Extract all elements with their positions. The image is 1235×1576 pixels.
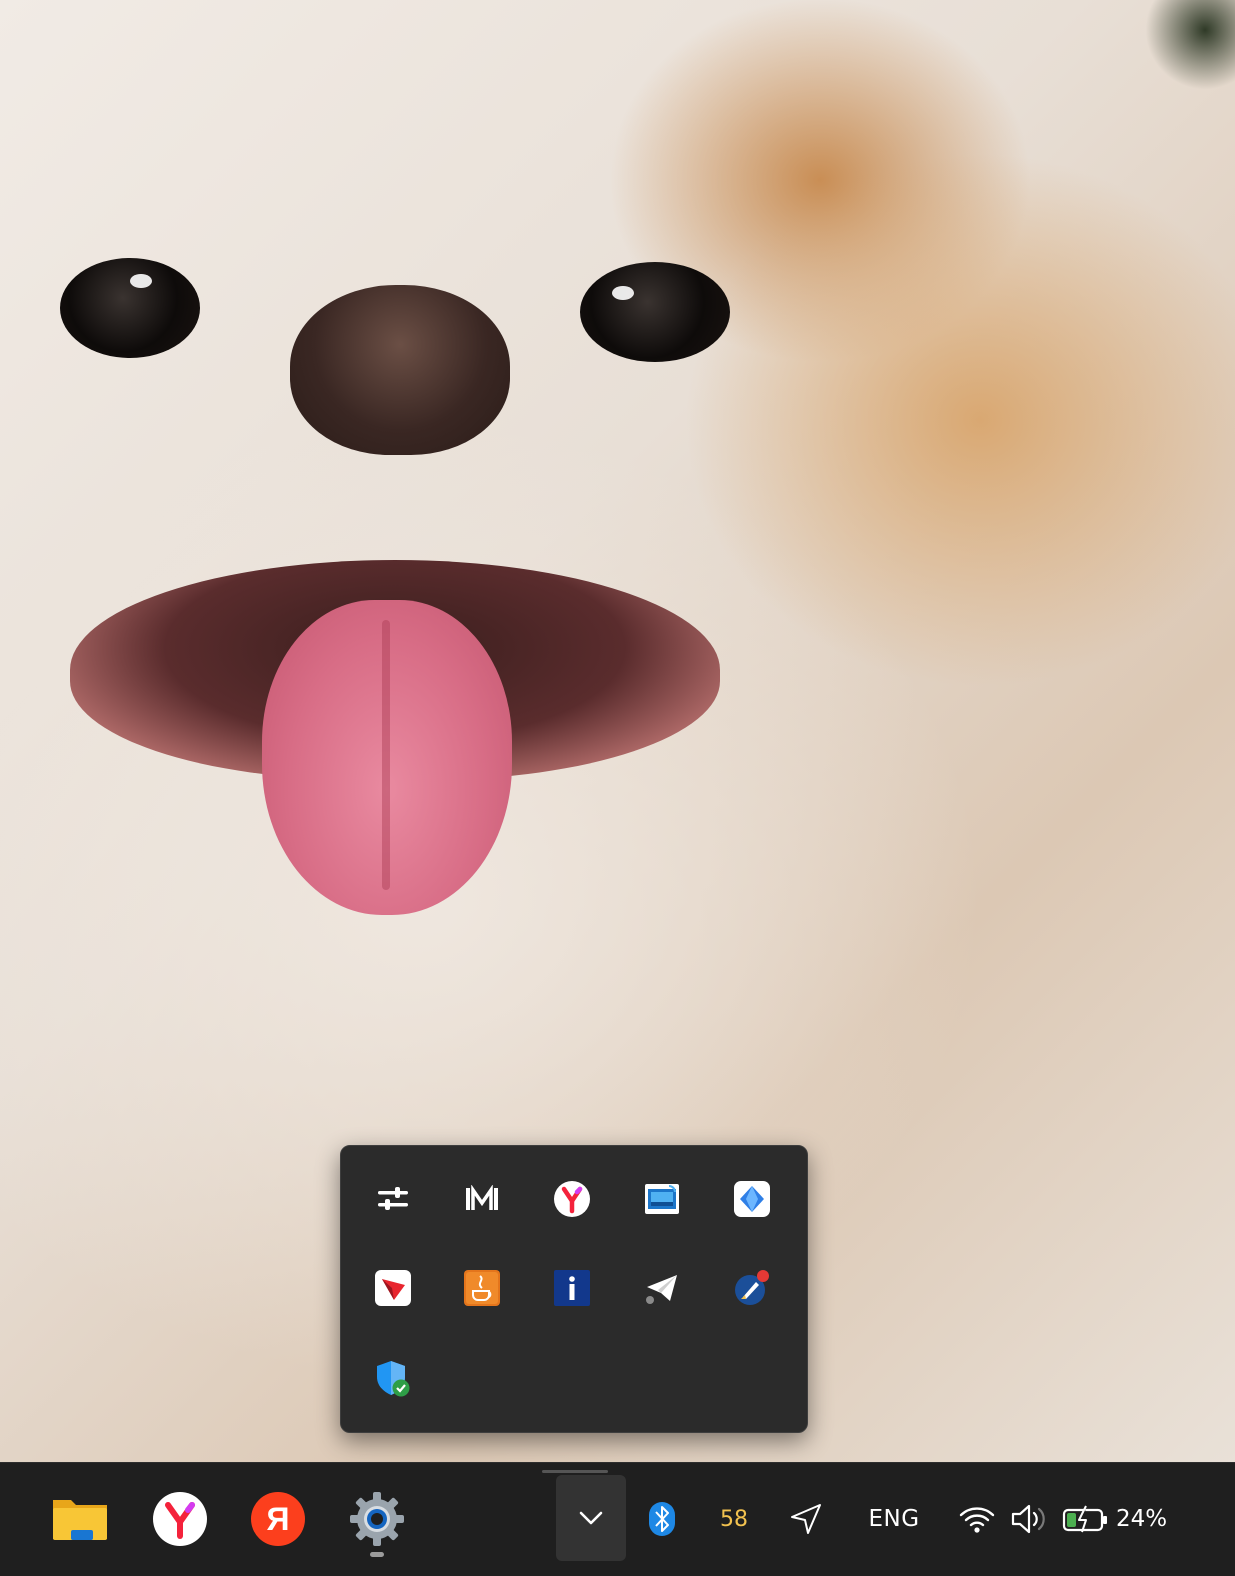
red-arrow-app-icon[interactable] <box>363 1258 423 1318</box>
running-indicator <box>370 1552 384 1557</box>
yandex-browser-icon[interactable] <box>148 1489 212 1549</box>
show-hidden-icons-button[interactable] <box>542 1470 626 1561</box>
bluetooth-icon[interactable] <box>640 1489 684 1549</box>
wallpaper-foliage <box>1145 0 1235 90</box>
diamond-app-icon[interactable] <box>722 1169 782 1229</box>
language-indicator[interactable]: ENG <box>856 1489 932 1549</box>
settings-gear-icon[interactable] <box>345 1489 409 1549</box>
file-explorer-icon[interactable] <box>48 1489 112 1549</box>
sliders-icon[interactable] <box>363 1169 423 1229</box>
wallpaper-dog-right-eye <box>580 262 730 362</box>
flyout-anchor-line <box>542 1470 608 1473</box>
tray-overflow-flyout <box>340 1145 808 1433</box>
remote-display-icon[interactable] <box>632 1169 692 1229</box>
yandex-browser-icon[interactable] <box>542 1169 602 1229</box>
battery-percent-text: 24% <box>1116 1506 1168 1532</box>
yandex-icon[interactable]: Я <box>246 1489 310 1549</box>
wallpaper-dog-nose <box>290 285 510 455</box>
rocket-notification-icon[interactable] <box>722 1258 782 1318</box>
battery-charging-icon <box>1062 1505 1107 1533</box>
location-arrow-icon[interactable] <box>786 1489 826 1549</box>
java-icon[interactable] <box>452 1258 512 1318</box>
battery-indicator[interactable]: 24% <box>1062 1489 1172 1549</box>
wallpaper-dog-left-eye <box>60 258 200 358</box>
m-logo-icon[interactable] <box>452 1169 512 1229</box>
language-text: ENG <box>868 1506 920 1532</box>
temperature-text: 58 <box>720 1506 748 1532</box>
info-app-icon[interactable] <box>542 1258 602 1318</box>
security-shield-icon[interactable] <box>363 1348 423 1408</box>
telegram-icon[interactable] <box>632 1258 692 1318</box>
taskbar: Я 58 ENG 24% <box>0 1462 1235 1576</box>
temperature-indicator[interactable]: 58 <box>710 1489 758 1549</box>
chevron-down-icon <box>579 1511 603 1525</box>
volume-icon[interactable] <box>1008 1489 1052 1549</box>
wallpaper-dog-tongue <box>262 600 512 915</box>
yandex-glyph: Я <box>267 1501 290 1537</box>
wifi-icon[interactable] <box>955 1489 999 1549</box>
